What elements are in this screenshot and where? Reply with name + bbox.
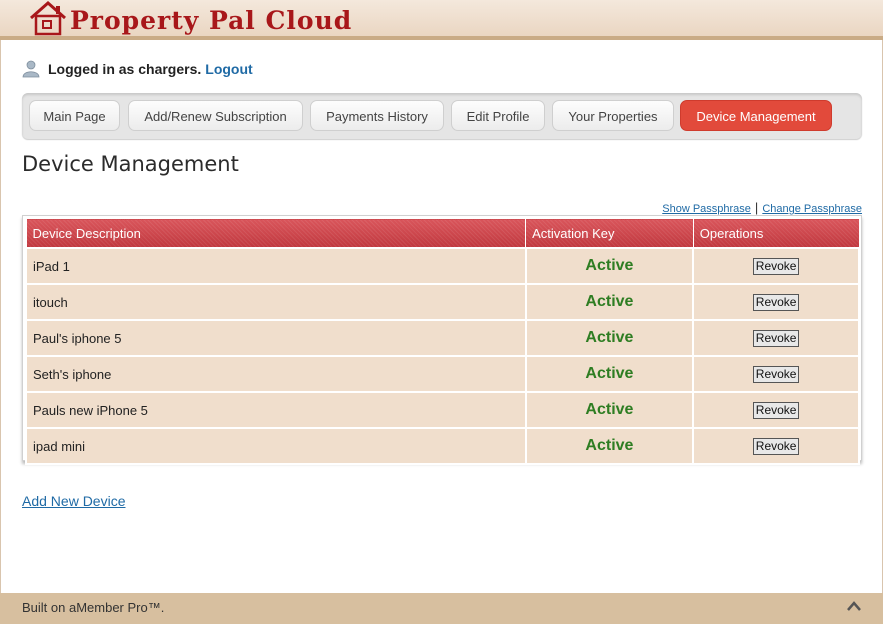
logout-link[interactable]: Logout [205,61,252,77]
add-new-device-link[interactable]: Add New Device [22,493,126,509]
brand-name: Property Pal Cloud [70,5,353,35]
tab-main-page[interactable]: Main Page [29,100,120,131]
revoke-button[interactable]: Revoke [752,437,800,455]
operations-cell: Revoke [692,355,860,393]
tab-edit-profile[interactable]: Edit Profile [451,100,545,131]
column-header-device-description: Device Description [25,218,527,249]
passphrase-links: Show Passphrase | Change Passphrase [662,200,862,215]
table-row: Paul's iphone 5 Active Revoke [25,319,860,357]
tab-payments-history[interactable]: Payments History [310,100,444,131]
user-status: Logged in as chargers. Logout [22,58,253,80]
device-description: Paul's iphone 5 [25,319,527,357]
activation-status: Active [524,247,695,285]
table-header-row: Device Description Activation Key Operat… [25,218,860,249]
show-passphrase-link[interactable]: Show Passphrase [662,203,751,215]
table-row: ipad mini Active Revoke [25,427,860,465]
operations-cell: Revoke [692,319,860,357]
logged-in-text: Logged in as chargers. [48,61,202,77]
column-header-operations: Operations [692,218,860,249]
tab-add-renew-subscription[interactable]: Add/Renew Subscription [128,100,303,131]
page-title: Device Management [22,152,239,176]
tab-your-properties[interactable]: Your Properties [552,100,674,131]
revoke-button[interactable]: Revoke [752,257,800,275]
table-row: itouch Active Revoke [25,283,860,321]
main-nav: Main Page Add/Renew Subscription Payment… [22,93,862,139]
device-description: Pauls new iPhone 5 [25,391,527,429]
device-description: Seth's iphone [25,355,527,393]
site-footer: Built on aMember Pro™. [0,593,883,624]
revoke-button[interactable]: Revoke [752,401,800,419]
device-description: ipad mini [25,427,527,465]
activation-status: Active [524,427,695,465]
operations-cell: Revoke [692,283,860,321]
table-row: Pauls new iPhone 5 Active Revoke [25,391,860,429]
devices-table: Device Description Activation Key Operat… [25,218,860,465]
link-separator: | [754,200,759,215]
revoke-button[interactable]: Revoke [752,365,800,383]
scroll-to-top-icon[interactable] [847,601,861,611]
device-description: iPad 1 [25,247,527,285]
activation-status: Active [524,319,695,357]
devices-table-container: Device Description Activation Key Operat… [22,215,862,465]
column-header-activation-key: Activation Key [525,218,694,249]
table-row: Seth's iphone Active Revoke [25,355,860,393]
user-icon [22,60,40,78]
house-icon [30,0,66,36]
built-on-text: Built on aMember Pro™. [22,600,165,615]
activation-status: Active [524,355,695,393]
operations-cell: Revoke [692,247,860,285]
tab-device-management[interactable]: Device Management [680,100,832,131]
device-description: itouch [25,283,527,321]
site-header: Property Pal Cloud [0,0,883,40]
change-passphrase-link[interactable]: Change Passphrase [762,203,862,215]
revoke-button[interactable]: Revoke [752,329,800,347]
operations-cell: Revoke [692,391,860,429]
activation-status: Active [524,283,695,321]
operations-cell: Revoke [692,427,860,465]
activation-status: Active [524,391,695,429]
table-row: iPad 1 Active Revoke [25,247,860,285]
site-logo[interactable]: Property Pal Cloud [28,0,352,36]
revoke-button[interactable]: Revoke [752,293,800,311]
